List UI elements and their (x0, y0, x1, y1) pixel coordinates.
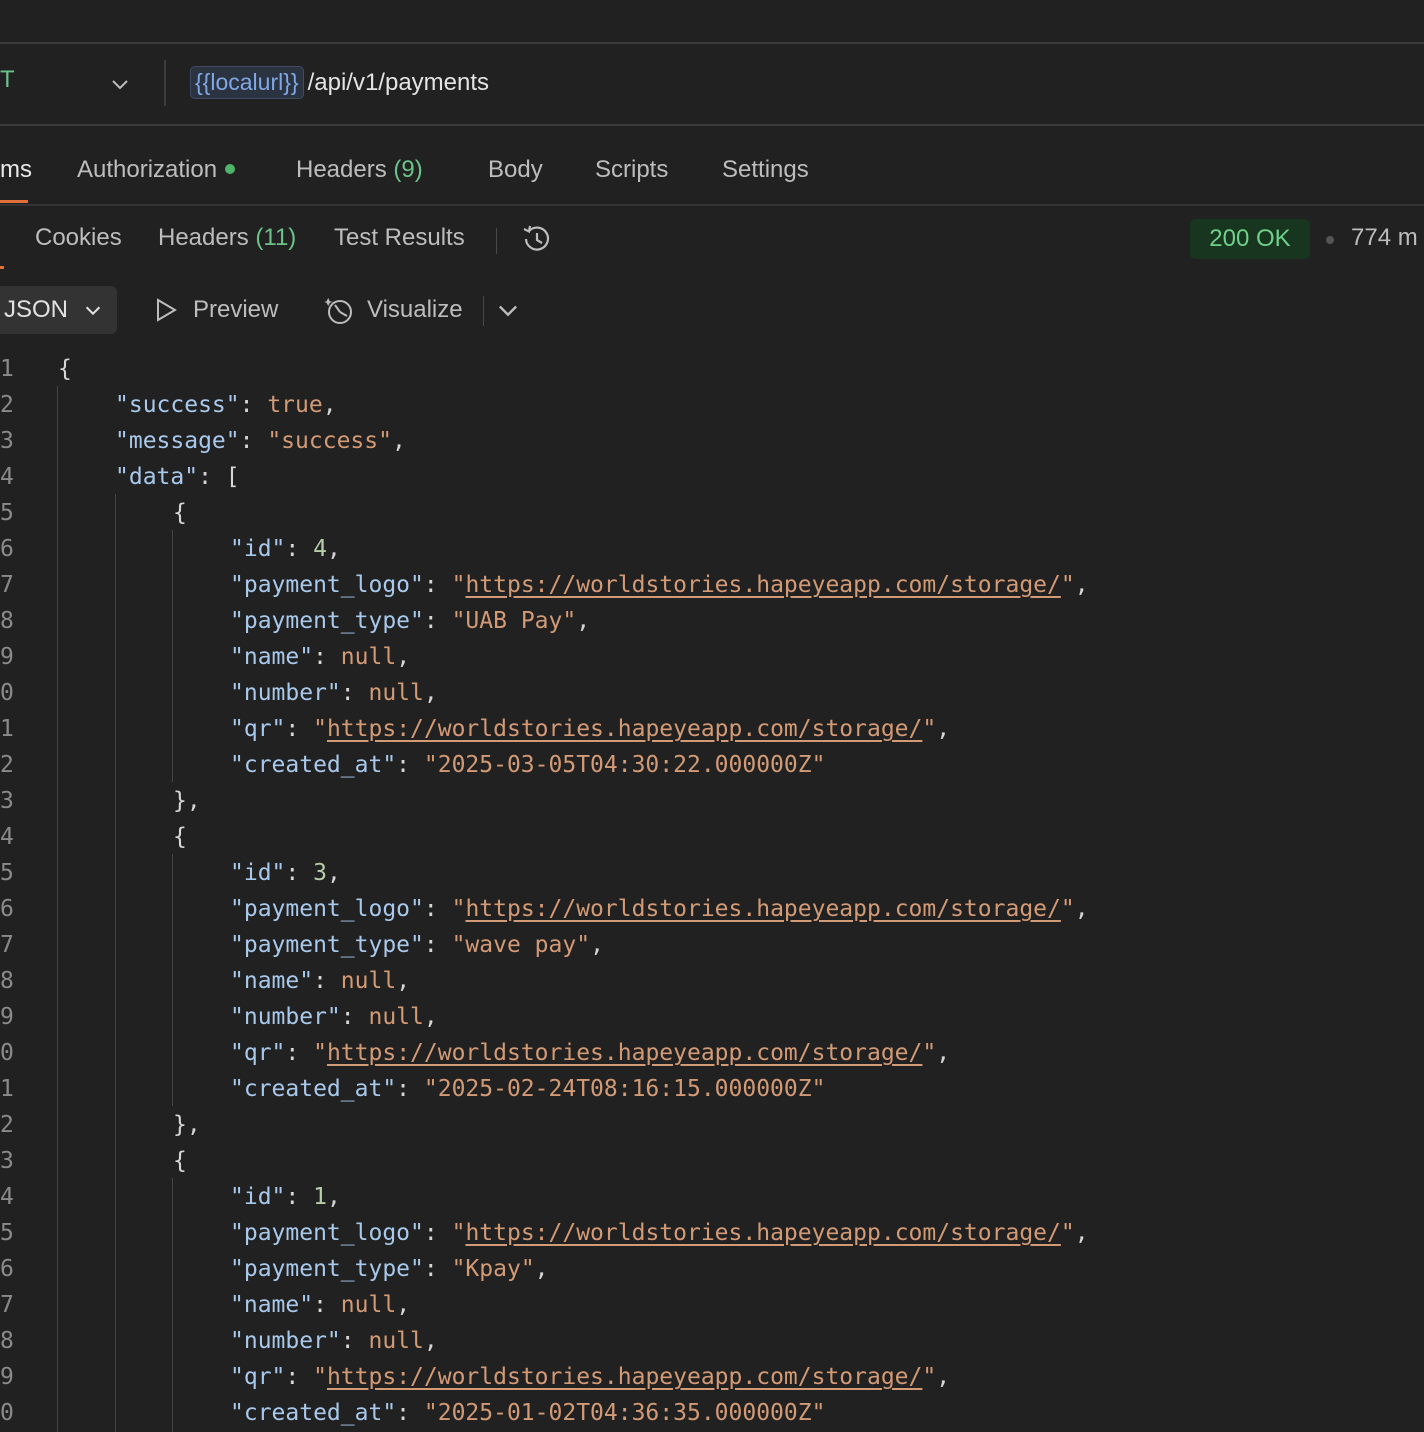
code-line: 3}, (0, 788, 201, 814)
auth-status-dot (225, 163, 236, 174)
code-line: 0 "number": null, (0, 680, 438, 706)
tab-params[interactable]: ms (0, 156, 32, 184)
format-select[interactable]: JSON (0, 286, 117, 334)
code-line: 1{ (0, 356, 72, 382)
code-line: 7 "name": null, (0, 1292, 411, 1318)
code-line: 7 "payment_logo": "https://worldstories.h… (0, 572, 1089, 598)
code-line: 6 "payment_logo": "https://worldstories.h… (0, 896, 1089, 922)
code-line: 8 "name": null, (0, 968, 411, 994)
code-line: 9 "name": null, (0, 644, 411, 670)
play-icon[interactable] (150, 294, 182, 326)
url-link[interactable]: https://worldstories.hapeyeapp.com/stora… (327, 1040, 922, 1066)
tab-separator (496, 228, 497, 254)
response-body-editor[interactable]: 1{ 2 "success": true, 3 "message": "succes… (0, 350, 1424, 1432)
tab-body[interactable]: Body (488, 156, 543, 184)
separator-dot (1326, 236, 1334, 244)
tab-settings[interactable]: Settings (722, 156, 809, 184)
url-link[interactable]: https://worldstories.hapeyeapp.com/stora… (465, 1220, 1060, 1246)
url-input[interactable]: {{localurl}} /api/v1/payments (190, 66, 489, 99)
code-line: 3{ (0, 1148, 187, 1174)
code-line: 4 "id": 1, (0, 1184, 341, 1210)
code-line: 5 "id": 3, (0, 860, 341, 886)
code-line: 4{ (0, 824, 187, 850)
toolbar-separator (483, 296, 484, 326)
tab-scripts[interactable]: Scripts (595, 156, 668, 184)
url-link[interactable]: https://worldstories.hapeyeapp.com/stora… (327, 1364, 922, 1390)
code-line: 8 "payment_type": "UAB Pay", (0, 608, 591, 634)
code-line: 5{ (0, 500, 187, 526)
response-tabs: Cookies Headers (11) Test Results 200 OK… (0, 206, 1424, 270)
url-link[interactable]: https://worldstories.hapeyeapp.com/stora… (465, 572, 1060, 598)
method-select[interactable]: T (0, 66, 16, 94)
chevron-down-icon (85, 306, 101, 316)
tab-response-headers[interactable]: Headers (11) (158, 224, 296, 252)
request-tabs: ms Authorization Headers (9) Body Script… (0, 126, 1424, 206)
response-toolbar: JSON Preview Visualize (0, 282, 1424, 338)
code-line: 6 "id": 4, (0, 536, 341, 562)
tab-authorization[interactable]: Authorization (77, 156, 236, 184)
code-line: 8 "number": null, (0, 1328, 438, 1354)
preview-button[interactable]: Preview (193, 296, 278, 324)
code-line: 1 "qr": "https://worldstories.hapeyeapp.c… (0, 716, 951, 742)
url-link[interactable]: https://worldstories.hapeyeapp.com/stora… (465, 896, 1060, 922)
tab-cookies[interactable]: Cookies (35, 224, 122, 252)
code-line: 2 "success": true, (0, 392, 337, 418)
top-bar (0, 0, 1424, 44)
code-line: 0 "created_at": "2025-01-02T04:36:35.0000… (0, 1400, 826, 1426)
active-tab-indicator (0, 266, 4, 269)
url-path: /api/v1/payments (307, 68, 490, 96)
code-line: 5 "payment_logo": "https://worldstories.h… (0, 1220, 1089, 1246)
code-line: 3 "message": "success", (0, 428, 406, 454)
code-line: 9 "number": null, (0, 1004, 438, 1030)
url-link[interactable]: https://worldstories.hapeyeapp.com/stora… (327, 716, 922, 742)
history-icon[interactable] (520, 222, 554, 256)
chevron-down-icon[interactable] (494, 296, 522, 324)
status-badge[interactable]: 200 OK (1190, 219, 1310, 259)
code-line: 9 "qr": "https://worldstories.hapeyeapp.c… (0, 1364, 951, 1390)
visualize-button[interactable]: Visualize (367, 296, 463, 324)
url-bar: T {{localurl}} /api/v1/payments (0, 44, 1424, 126)
active-tab-indicator (0, 200, 28, 203)
code-line: 0 "qr": "https://worldstories.hapeyeapp.c… (0, 1040, 951, 1066)
code-line: 4 "data": [ (0, 464, 240, 490)
url-divider (164, 60, 166, 106)
code-line: 2}, (0, 1112, 201, 1138)
tab-headers[interactable]: Headers (9) (296, 156, 423, 184)
response-time[interactable]: 774 m (1351, 224, 1418, 252)
code-line: 6 "payment_type": "Kpay", (0, 1256, 549, 1282)
url-variable-chip[interactable]: {{localurl}} (190, 66, 304, 99)
tab-test-results[interactable]: Test Results (334, 224, 465, 252)
code-line: 1 "created_at": "2025-02-24T08:16:15.0000… (0, 1076, 826, 1102)
code-line: 7 "payment_type": "wave pay", (0, 932, 604, 958)
code-line: 2 "created_at": "2025-03-05T04:30:22.0000… (0, 752, 826, 778)
visualize-icon[interactable] (323, 294, 355, 326)
format-label: JSON (4, 296, 69, 323)
chevron-down-icon[interactable] (108, 72, 132, 96)
